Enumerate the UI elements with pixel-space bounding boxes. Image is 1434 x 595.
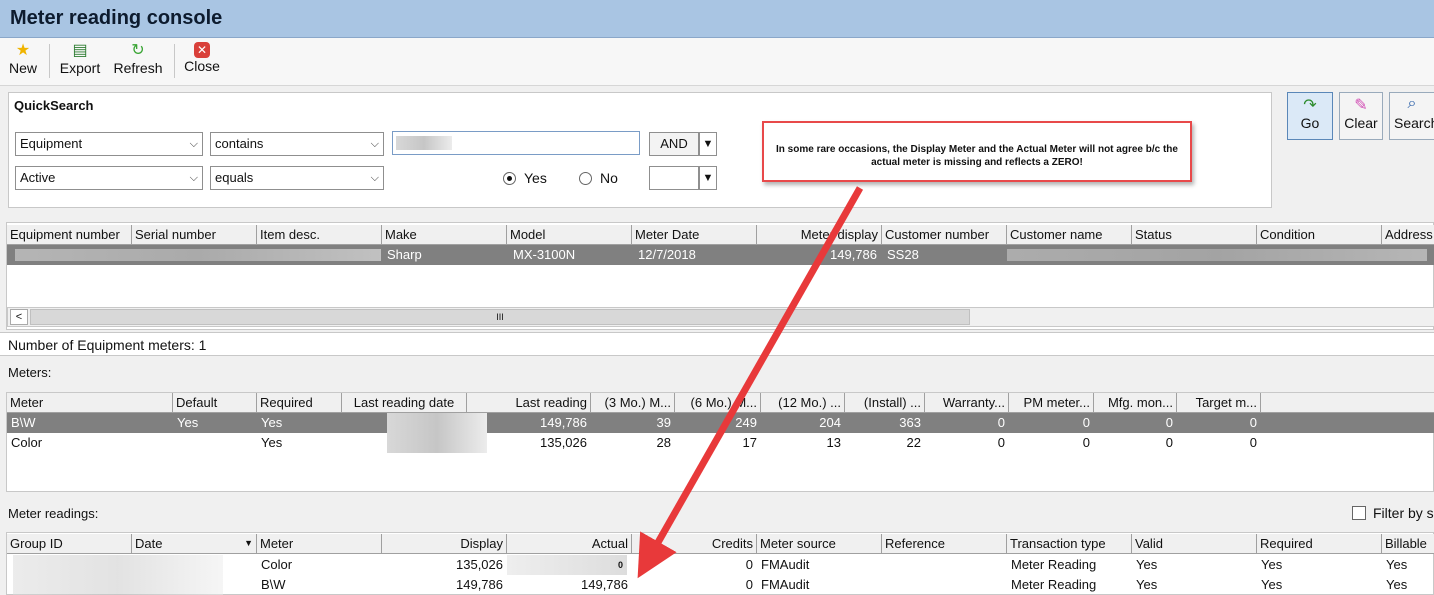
arrow-line xyxy=(637,186,864,579)
annotation-arrow xyxy=(637,186,864,579)
